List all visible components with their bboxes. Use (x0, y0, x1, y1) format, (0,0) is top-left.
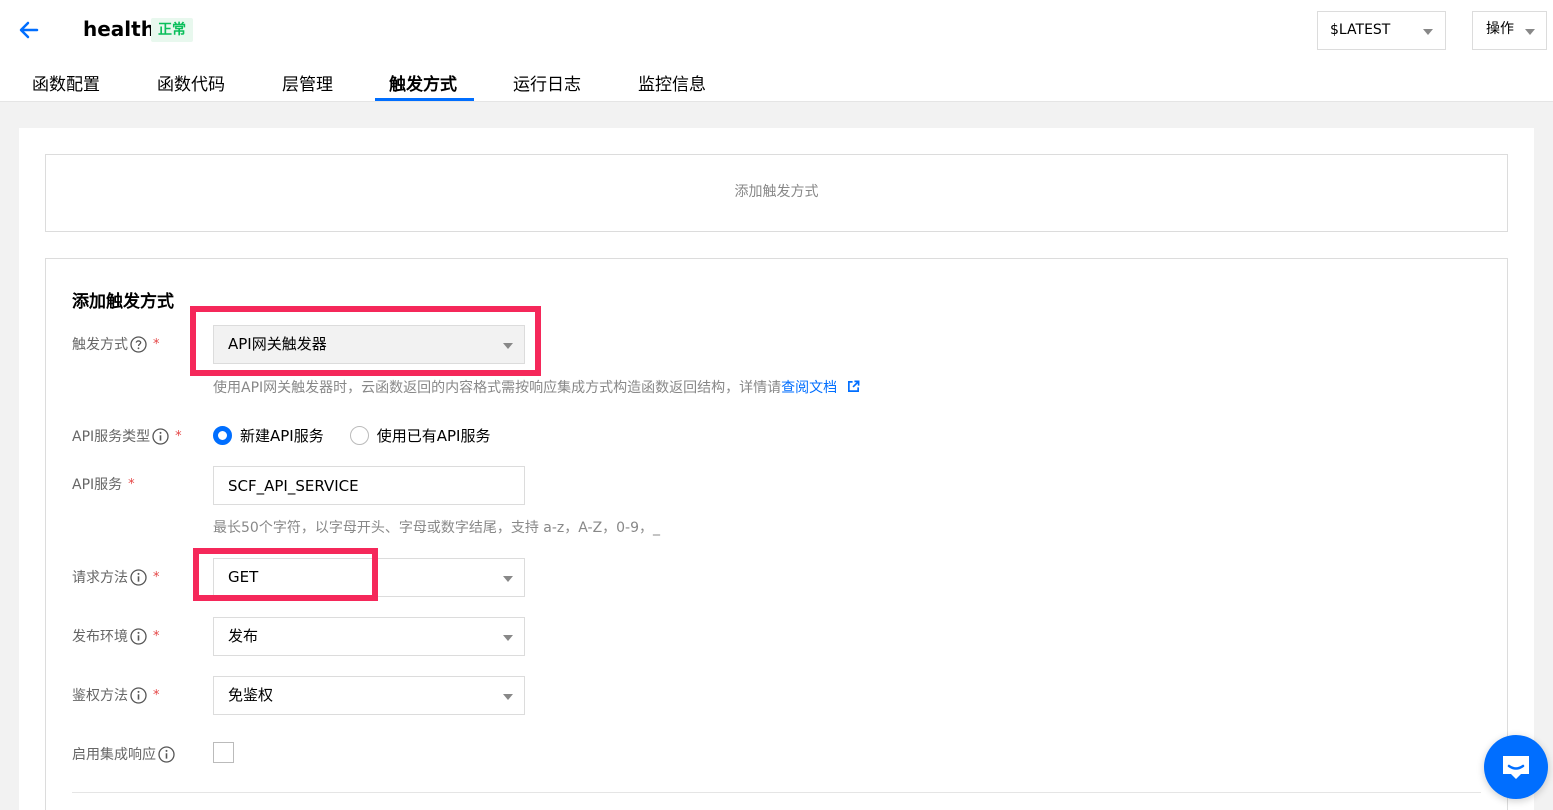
version-select[interactable]: $LATEST (1317, 11, 1446, 50)
tab-function-code[interactable]: 函数代码 (157, 70, 225, 95)
api-service-input[interactable] (213, 466, 525, 505)
info-icon[interactable] (152, 427, 169, 445)
request-method-label: 请求方法 * (72, 567, 160, 587)
form-title: 添加触发方式 (72, 292, 174, 312)
chevron-down-icon (503, 343, 513, 349)
request-method-value: GET (228, 568, 259, 586)
chevron-down-icon (503, 694, 513, 700)
integration-response-label-text: 启用集成响应 (72, 747, 156, 763)
api-service-type-radio-group: 新建API服务 使用已有API服务 (213, 424, 490, 446)
status-badge: 正常 (151, 18, 193, 42)
radio-new-api-service-label[interactable]: 新建API服务 (240, 425, 324, 446)
chevron-down-icon (503, 635, 513, 641)
integration-response-label: 启用集成响应 (72, 744, 175, 764)
api-service-label-text: API服务 (72, 477, 123, 493)
chat-bubble-icon (1503, 756, 1529, 779)
question-icon[interactable] (130, 335, 147, 353)
active-tab-underline (375, 98, 474, 101)
tab-monitoring[interactable]: 监控信息 (638, 70, 706, 95)
publish-env-label-text: 发布环境 (72, 629, 128, 645)
required-mark: * (153, 628, 160, 644)
publish-env-select[interactable]: 发布 (213, 617, 525, 656)
chevron-down-icon (1525, 29, 1535, 35)
chat-button[interactable] (1484, 735, 1548, 799)
tab-trigger[interactable]: 触发方式 (389, 70, 457, 95)
api-service-label: API服务 * (72, 474, 135, 494)
api-service-type-label: API服务类型 * (72, 426, 182, 446)
request-method-label-text: 请求方法 (72, 570, 128, 586)
radio-existing-api-service-label[interactable]: 使用已有API服务 (377, 425, 491, 446)
radio-new-api-service[interactable] (213, 425, 232, 445)
trigger-type-label: 触发方式 * (72, 334, 160, 354)
form-divider (72, 792, 1481, 793)
trigger-type-select[interactable]: API网关触发器 (213, 325, 525, 364)
required-mark: * (175, 428, 182, 444)
required-mark: * (128, 476, 135, 492)
auth-method-select[interactable]: 免鉴权 (213, 676, 525, 715)
api-service-help: 最长50个字符，以字母开头、字母或数字结尾，支持 a-z，A-Z，0-9，_ (213, 520, 661, 536)
tab-layer-management[interactable]: 层管理 (282, 70, 333, 95)
info-icon[interactable] (130, 568, 147, 586)
required-mark: * (153, 687, 160, 703)
operations-menu-label: 操作 (1486, 21, 1514, 37)
trigger-type-label-text: 触发方式 (72, 337, 128, 353)
api-service-type-label-text: API服务类型 (72, 429, 151, 445)
trigger-type-help: 使用API网关触发器时，云函数返回的内容格式需按响应集成方式构造函数返回结构，详… (213, 377, 860, 397)
publish-env-label: 发布环境 * (72, 626, 160, 646)
function-name: health (83, 17, 155, 41)
top-bar: health 正常 $LATEST 操作 函数配置 函数代码 层管理 触发方式 … (0, 0, 1553, 102)
docs-link[interactable]: 查阅文档 (781, 380, 837, 396)
auth-method-label: 鉴权方法 * (72, 685, 160, 705)
auth-method-value: 免鉴权 (228, 686, 274, 704)
info-icon[interactable] (130, 627, 147, 645)
trigger-type-help-text: 使用API网关触发器时，云函数返回的内容格式需按响应集成方式构造函数返回结构，详… (213, 380, 782, 396)
tab-bar: 函数配置 函数代码 层管理 触发方式 运行日志 监控信息 (0, 60, 800, 102)
external-link-icon[interactable] (847, 380, 860, 393)
chevron-down-icon (503, 576, 513, 582)
chevron-down-icon (1423, 29, 1433, 35)
back-arrow-icon[interactable] (16, 17, 42, 43)
auth-method-label-text: 鉴权方法 (72, 688, 128, 704)
radio-existing-api-service[interactable] (349, 425, 369, 445)
add-trigger-button[interactable]: 添加触发方式 (45, 154, 1508, 232)
tab-run-logs[interactable]: 运行日志 (513, 70, 581, 95)
info-icon[interactable] (158, 745, 175, 763)
integration-response-checkbox[interactable] (213, 742, 234, 763)
version-select-value: $LATEST (1330, 22, 1391, 38)
required-mark: * (153, 569, 160, 585)
request-method-select[interactable]: GET (213, 558, 525, 597)
operations-menu[interactable]: 操作 (1472, 11, 1547, 50)
trigger-type-value: API网关触发器 (228, 335, 327, 353)
info-icon[interactable] (130, 686, 147, 704)
required-mark: * (153, 336, 160, 352)
publish-env-value: 发布 (228, 627, 259, 645)
tab-function-config[interactable]: 函数配置 (32, 70, 100, 95)
